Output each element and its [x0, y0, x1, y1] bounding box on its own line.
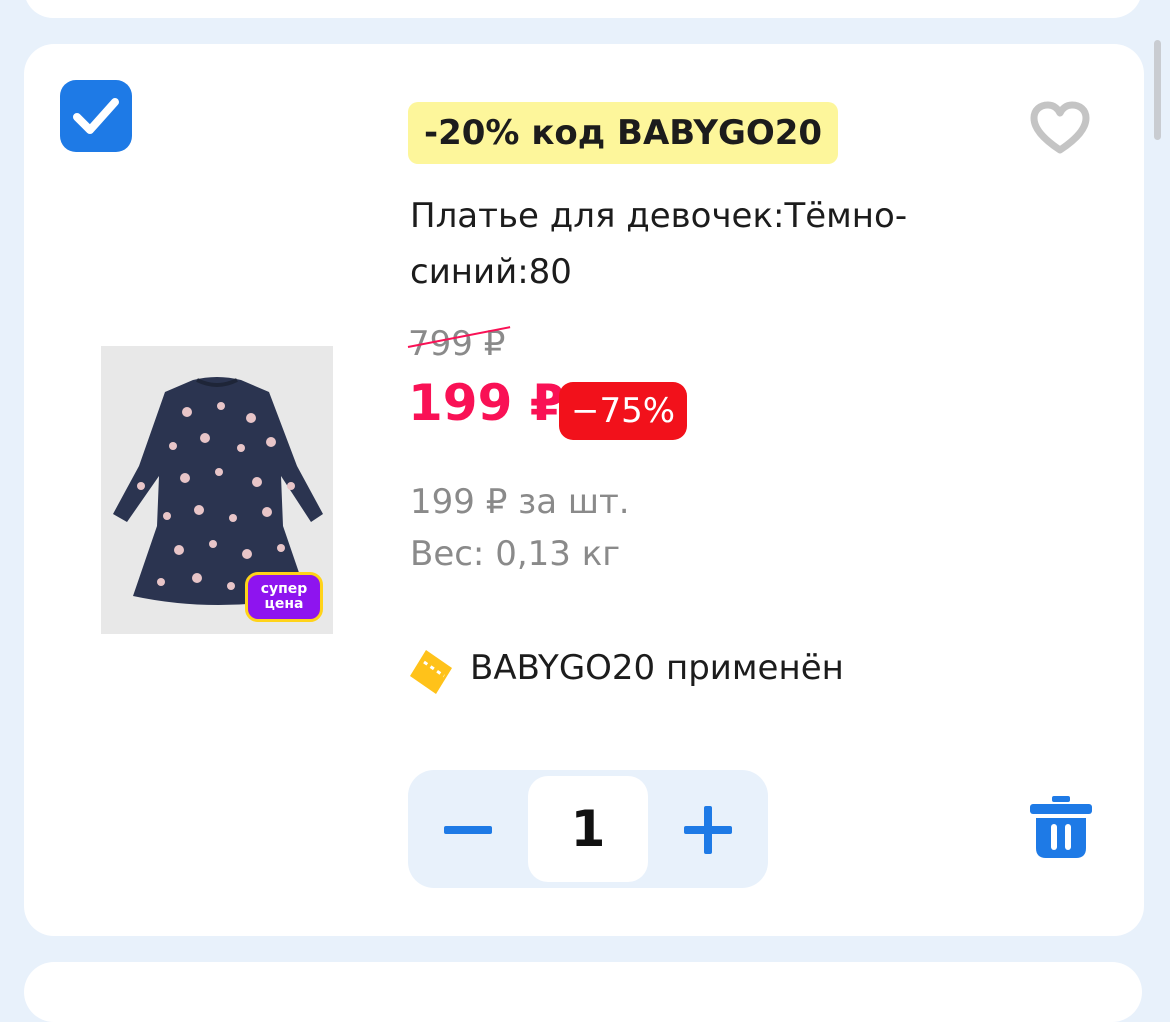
decrease-quantity-button[interactable]	[408, 770, 528, 888]
checkmark-icon	[73, 98, 119, 134]
ticket-icon	[410, 650, 452, 694]
plus-icon	[684, 806, 732, 854]
increase-quantity-button[interactable]	[648, 770, 768, 888]
quantity-stepper: 1	[408, 770, 768, 888]
next-cart-item	[24, 962, 1142, 1022]
coupon-applied-text: BABYGO20 применён	[470, 648, 844, 688]
favorite-button[interactable]	[1028, 100, 1092, 156]
select-item-checkbox[interactable]	[60, 80, 132, 152]
trash-icon	[1030, 796, 1092, 858]
product-title[interactable]: Платье для девочек:Тёмно-синий:80	[410, 188, 970, 300]
cart-item-card: супер цена -20% код BABYGO20 Платье для …	[24, 44, 1144, 936]
old-price: 799 ₽	[407, 324, 511, 364]
previous-cart-item	[24, 0, 1142, 18]
minus-icon	[444, 826, 492, 834]
promo-code-badge: -20% код BABYGO20	[408, 102, 839, 164]
quantity-value[interactable]: 1	[528, 776, 648, 882]
delete-item-button[interactable]	[1030, 796, 1092, 860]
discount-badge: −75%	[559, 382, 688, 440]
product-weight: Вес: 0,13 кг	[410, 534, 621, 574]
super-price-badge-line1: супер	[260, 581, 308, 597]
current-price: 199 ₽	[408, 374, 565, 432]
super-price-badge-line2: цена	[264, 596, 304, 612]
product-image[interactable]: супер цена	[101, 346, 333, 634]
scrollbar[interactable]	[1154, 40, 1161, 140]
unit-price: 199 ₽ за шт.	[410, 482, 630, 522]
heart-icon	[1030, 101, 1090, 154]
super-price-badge: супер цена	[245, 572, 323, 622]
